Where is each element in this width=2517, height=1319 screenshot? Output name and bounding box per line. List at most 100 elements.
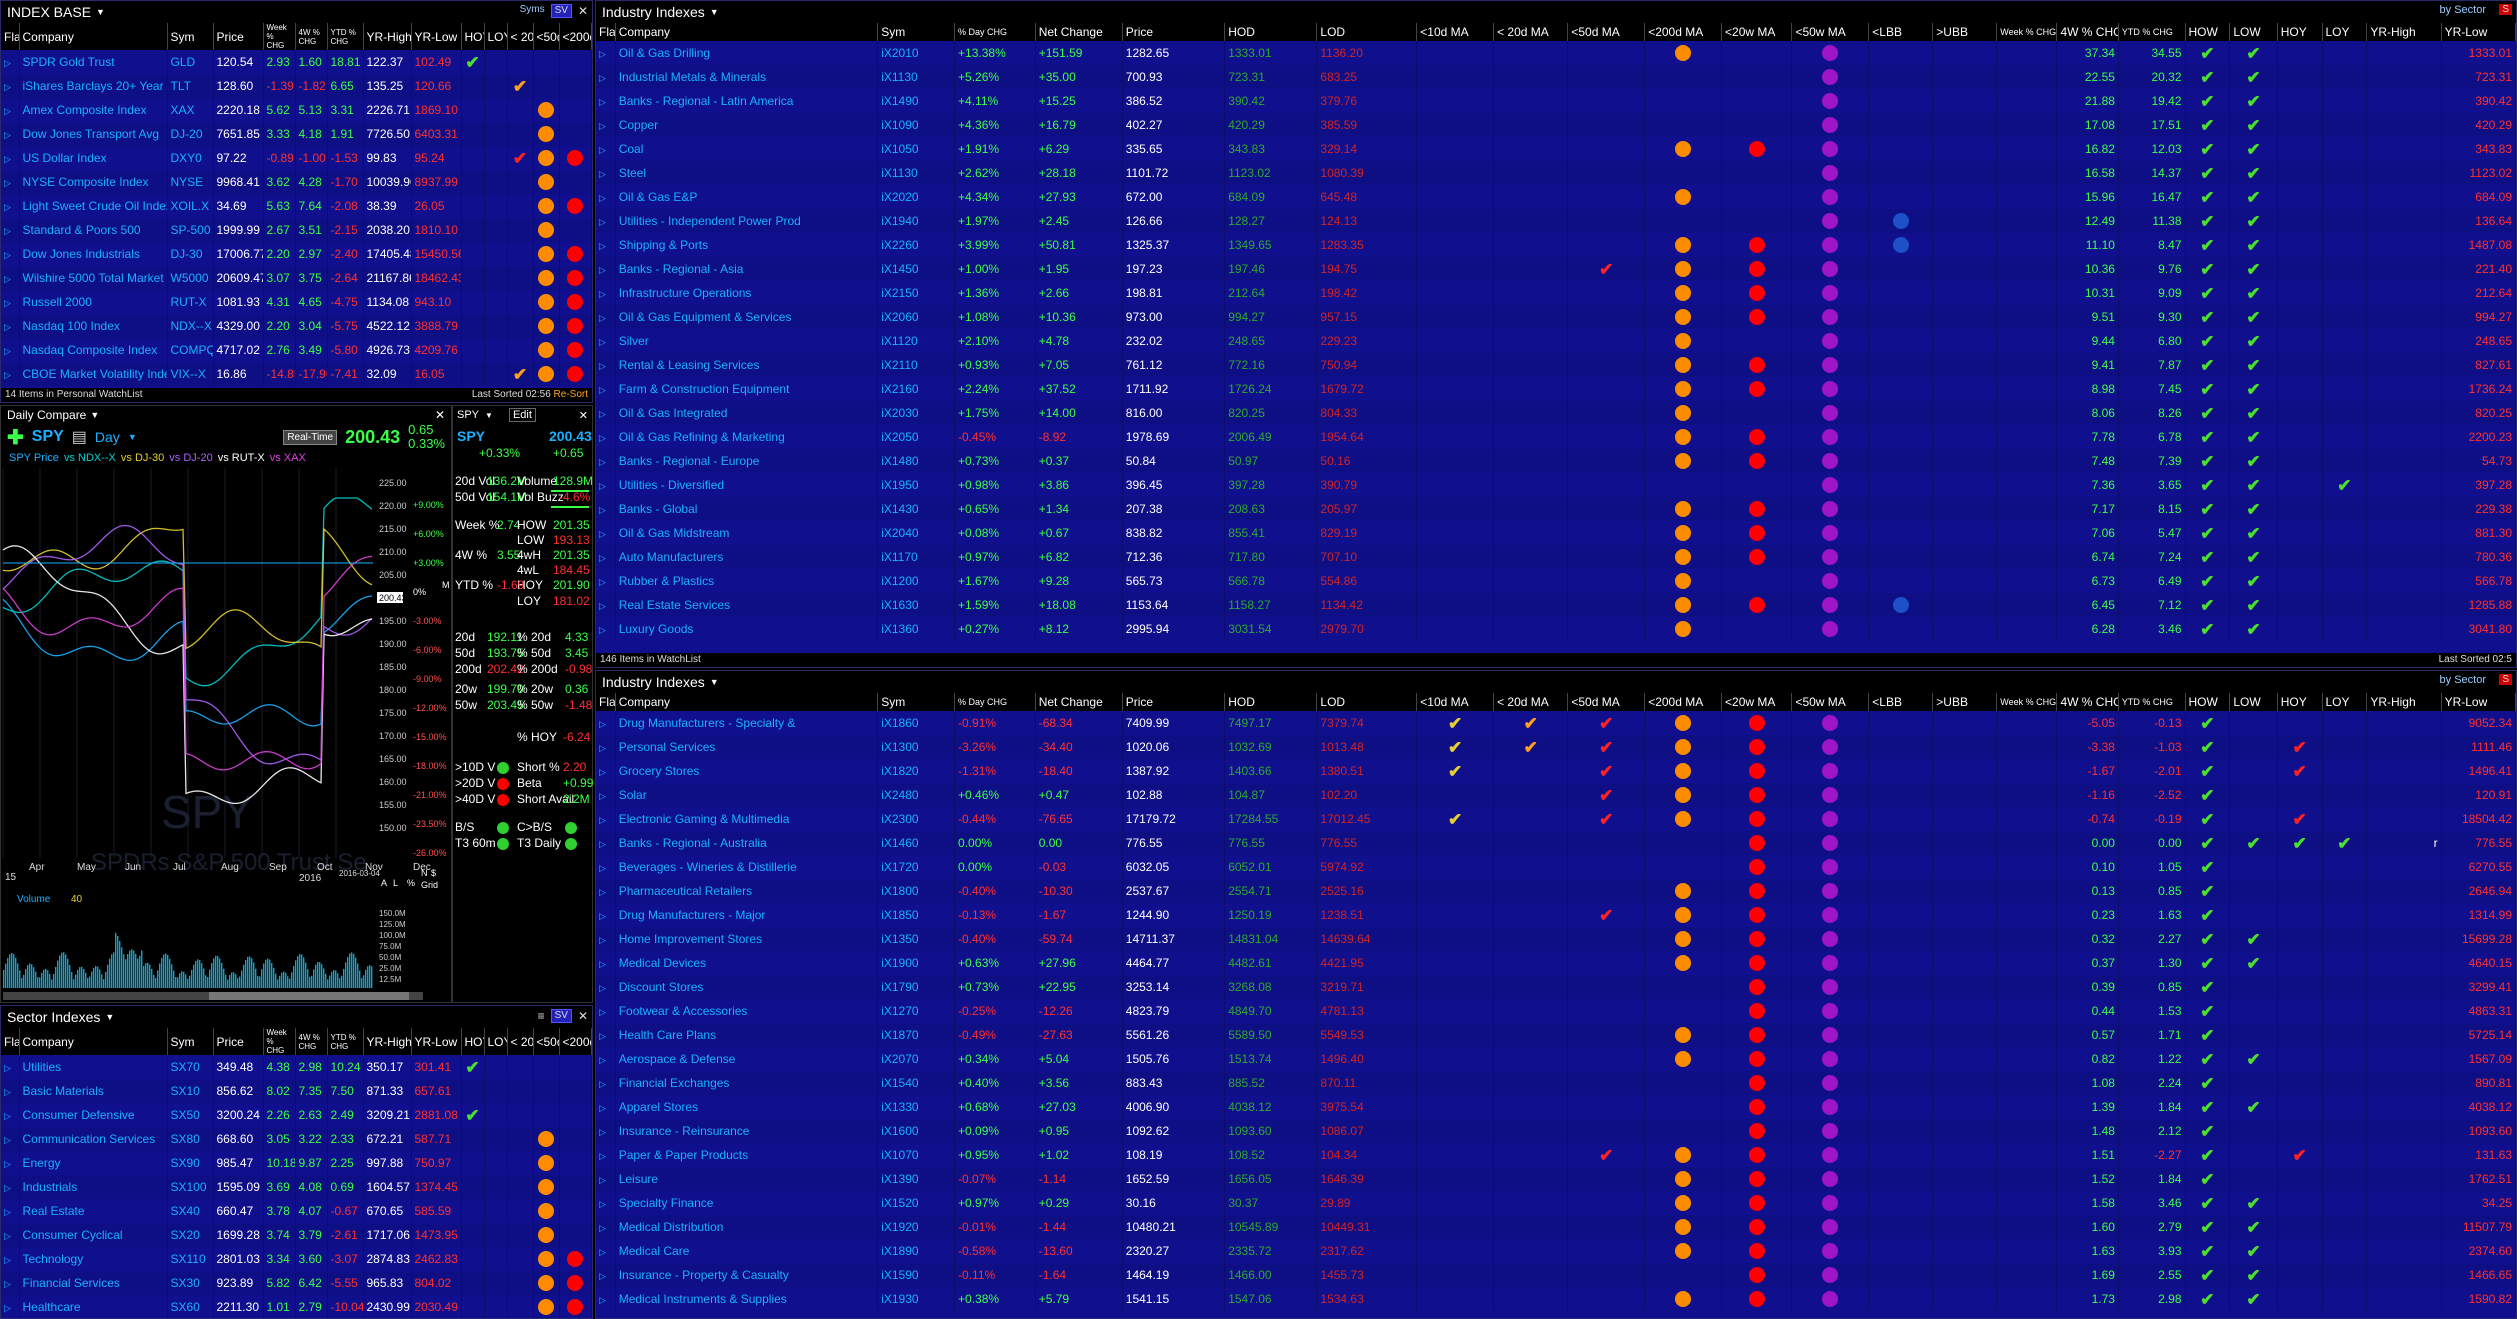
column-header[interactable]: < 20d MA [1493,693,1569,711]
column-header[interactable]: HOW [2185,693,2231,711]
company-cell[interactable]: Consumer Cyclical [19,1223,168,1247]
flag-cell[interactable]: ▷ [596,569,616,593]
column-header[interactable]: % Day CHG [954,693,1036,711]
company-cell[interactable]: Medical Devices [615,951,879,975]
flag-icon[interactable]: ▷ [4,346,11,356]
symbol-cell[interactable]: SX60 [167,1295,214,1318]
symbol-cell[interactable]: iX1930 [877,1287,956,1311]
column-header[interactable]: Net Change [1035,23,1123,41]
period-select[interactable]: Day [95,429,120,445]
company-cell[interactable]: Oil & Gas Equipment & Services [615,305,879,329]
symbol-cell[interactable]: TLT [167,74,214,98]
flag-cell[interactable]: ▷ [596,305,616,329]
flag-cell[interactable]: ▷ [1,146,20,170]
column-header[interactable]: YR-High [2366,23,2442,41]
company-cell[interactable]: Nasdaq Composite Index [19,338,168,362]
column-header[interactable]: HOW [2185,23,2231,41]
symbol-cell[interactable]: NYSE [167,170,214,194]
company-cell[interactable]: Auto Manufacturers [615,545,879,569]
flag-icon[interactable]: ▷ [4,226,11,236]
symbol-cell[interactable]: iX2300 [877,807,956,831]
table-row[interactable]: ▷ Financial Exchanges iX1540 +0.40% +3.56 883… [596,1071,2516,1095]
table-row[interactable]: ▷ Oil & Gas Equipment & Services iX2060 +1.… [596,305,2516,329]
column-header[interactable]: <50w MA [1791,23,1870,41]
flag-cell[interactable]: ▷ [596,951,616,975]
table-row[interactable]: ▷ Farm & Construction Equipment iX2160 +2.2… [596,377,2516,401]
flag-icon[interactable]: ▷ [599,815,606,825]
company-cell[interactable]: Financial Exchanges [615,1071,879,1095]
time-scrollbar-thumb[interactable] [209,992,409,1000]
flag-icon[interactable]: ▷ [599,265,606,275]
column-header[interactable]: % Day CHG [954,23,1036,41]
symbol-cell[interactable]: SX110 [167,1247,214,1271]
flag-cell[interactable]: ▷ [1,266,20,290]
symbol-cell[interactable]: DJ-20 [167,122,214,146]
symbol-cell[interactable]: iX1950 [877,473,956,497]
symbol-cell[interactable]: SX70 [167,1055,214,1079]
flag-icon[interactable]: ▷ [599,791,606,801]
flag-cell[interactable]: ▷ [596,1047,616,1071]
flag-cell[interactable]: ▷ [596,1287,616,1311]
flag-icon[interactable]: ▷ [599,601,606,611]
column-header[interactable]: Week % CHG [1996,693,2058,711]
table-row[interactable]: ▷ Real Estate Services iX1630 +1.59% +18.08 1… [596,593,2516,617]
column-header[interactable]: HOY [2277,23,2323,41]
flag-icon[interactable]: ▷ [4,370,11,380]
symbol-cell[interactable]: iX1130 [877,161,956,185]
chart-title[interactable]: Daily Compare [7,408,86,422]
table-row[interactable]: ▷ Utilities - Diversified iX1950 +0.98% +3.8… [596,473,2516,497]
column-header[interactable]: HOD [1224,693,1318,711]
flag-icon[interactable]: ▷ [599,385,606,395]
column-header[interactable]: LOD [1316,23,1418,41]
symbol-cell[interactable]: iX2070 [877,1047,956,1071]
column-header[interactable]: Week % CHG [1996,23,2058,41]
symbol-cell[interactable]: NDX--X [167,314,214,338]
menu-icon[interactable]: ≡ [538,1009,545,1023]
company-cell[interactable]: Industrials [19,1175,168,1199]
table-row[interactable]: ▷ Copper iX1090 +4.36% +16.79 402.27 420.29 385… [596,113,2516,137]
sr-button[interactable]: S [2499,4,2512,15]
table-row[interactable]: ▷ Oil & Gas E&P iX2020 +4.34% +27.93 672.00 68… [596,185,2516,209]
symbol-cell[interactable]: SX20 [167,1223,214,1247]
symbol-cell[interactable]: iX1300 [877,735,956,759]
table-row[interactable]: ▷ Industrials SX100 1595.09 3.69 4.08 0.69 1604… [1,1175,592,1199]
symbol-cell[interactable]: iX1330 [877,1095,956,1119]
column-header[interactable]: 4W % CHG [295,23,328,50]
company-cell[interactable]: Dow Jones Transport Avg [19,122,168,146]
column-header[interactable]: < 20d [507,23,534,50]
symbol-cell[interactable]: iX1900 [877,951,956,975]
column-header[interactable]: >UBB [1932,693,1998,711]
resort-button[interactable]: Re-Sort [554,389,588,400]
flag-icon[interactable]: ▷ [599,1295,606,1305]
table-row[interactable]: ▷ Specialty Finance iX1520 +0.97% +0.29 30.16… [596,1191,2516,1215]
column-header[interactable]: <LBB [1868,23,1934,41]
column-header[interactable]: Company [19,1028,168,1055]
dollar-label[interactable]: $ [431,868,436,878]
flag-cell[interactable]: ▷ [1,1271,20,1295]
info-symbol[interactable]: SPY [457,409,479,421]
symbol-cell[interactable]: iX1480 [877,449,956,473]
flag-cell[interactable]: ▷ [1,122,20,146]
flag-cell[interactable]: ▷ [1,1151,20,1175]
table-row[interactable]: ▷ Apparel Stores iX1330 +0.68% +27.03 4006.90… [596,1095,2516,1119]
column-header[interactable]: Company [615,693,879,711]
symbol-cell[interactable]: iX1600 [877,1119,956,1143]
table-row[interactable]: ▷ Oil & Gas Refining & Marketing iX2050 -0.… [596,425,2516,449]
company-cell[interactable]: Real Estate Services [615,593,879,617]
company-cell[interactable]: Footwear & Accessories [615,999,879,1023]
legend-item[interactable]: SPY Price [9,452,59,464]
flag-cell[interactable]: ▷ [596,1167,616,1191]
company-cell[interactable]: Personal Services [615,735,879,759]
column-header[interactable]: <200d [559,1028,592,1055]
edit-button[interactable]: Edit [508,408,536,422]
flag-icon[interactable]: ▷ [4,106,11,116]
flag-icon[interactable]: ▷ [599,1271,606,1281]
flag-cell[interactable]: ▷ [596,1143,616,1167]
company-cell[interactable]: Home Improvement Stores [615,927,879,951]
symbol-cell[interactable]: COMPQX [167,338,214,362]
flag-cell[interactable]: ▷ [596,1263,616,1287]
symbol-cell[interactable]: DJ-30 [167,242,214,266]
symbol-cell[interactable]: iX1390 [877,1167,956,1191]
chart-canvas[interactable]: SPYSPDRs S&P 500 Trust Se225.00220.00215… [1,468,451,1003]
table-row[interactable]: ▷ Medical Instruments & Supplies iX1930 +0.… [596,1287,2516,1311]
